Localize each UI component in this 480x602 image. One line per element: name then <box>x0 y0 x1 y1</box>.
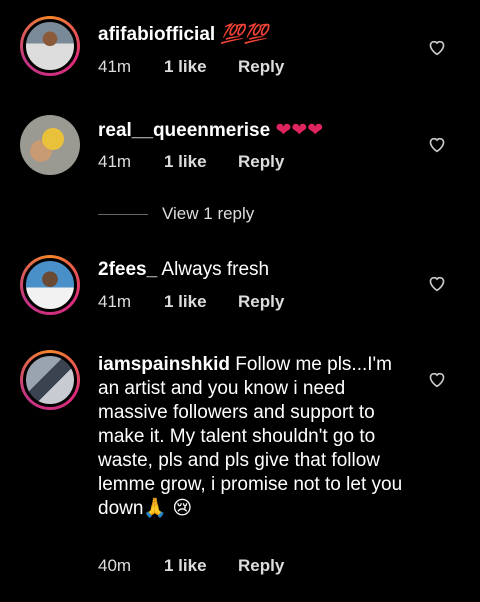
comment-username[interactable]: afifabiofficial <box>98 24 215 45</box>
comment-time: 41m <box>98 57 132 76</box>
comment-likes[interactable]: 1 like <box>164 556 238 576</box>
comment-meta: 41m 1 like Reply <box>98 292 284 312</box>
comment-body: iamspainshkid Follow me pls...I'm an art… <box>98 353 408 521</box>
heart-outline-icon[interactable] <box>427 370 447 388</box>
comment-likes[interactable]: 1 like <box>164 57 238 77</box>
comment-text: Always fresh <box>161 259 270 280</box>
divider <box>98 213 148 215</box>
avatar[interactable] <box>20 16 80 76</box>
comment-likes[interactable]: 1 like <box>164 292 238 312</box>
comment-body: afifabiofficial 💯💯 <box>98 22 408 47</box>
reply-button[interactable]: Reply <box>238 556 284 576</box>
heart-outline-icon[interactable] <box>427 274 447 292</box>
reply-button[interactable]: Reply <box>238 152 284 172</box>
comment-body: 2fees_ Always fresh <box>98 258 408 282</box>
comment-meta: 40m 1 like Reply <box>98 556 284 576</box>
view-replies-label: View 1 reply <box>162 204 255 223</box>
comment-likes[interactable]: 1 like <box>164 152 238 172</box>
comment-time: 41m <box>98 152 132 171</box>
comment-username[interactable]: iamspainshkid <box>98 354 230 375</box>
comment-text: 💯💯 <box>220 23 268 45</box>
avatar[interactable] <box>20 350 80 410</box>
comment-meta: 41m 1 like Reply <box>98 57 284 77</box>
comment-time: 41m <box>98 292 132 311</box>
comment-username[interactable]: 2fees_ <box>98 259 157 280</box>
view-replies-button[interactable]: View 1 reply <box>98 204 254 224</box>
comment-text: Follow me pls...I'm an artist and you kn… <box>98 354 403 519</box>
comment-text: ❤❤❤ <box>275 119 324 141</box>
heart-outline-icon[interactable] <box>427 135 447 153</box>
reply-button[interactable]: Reply <box>238 292 284 312</box>
comment-body: real__queenmerise ❤❤❤ <box>98 118 408 143</box>
comment-username[interactable]: real__queenmerise <box>98 120 270 141</box>
comment-time: 40m <box>98 556 132 575</box>
avatar[interactable] <box>20 115 80 175</box>
comment-meta: 41m 1 like Reply <box>98 152 284 172</box>
avatar[interactable] <box>20 255 80 315</box>
reply-button[interactable]: Reply <box>238 57 284 77</box>
heart-outline-icon[interactable] <box>427 38 447 56</box>
